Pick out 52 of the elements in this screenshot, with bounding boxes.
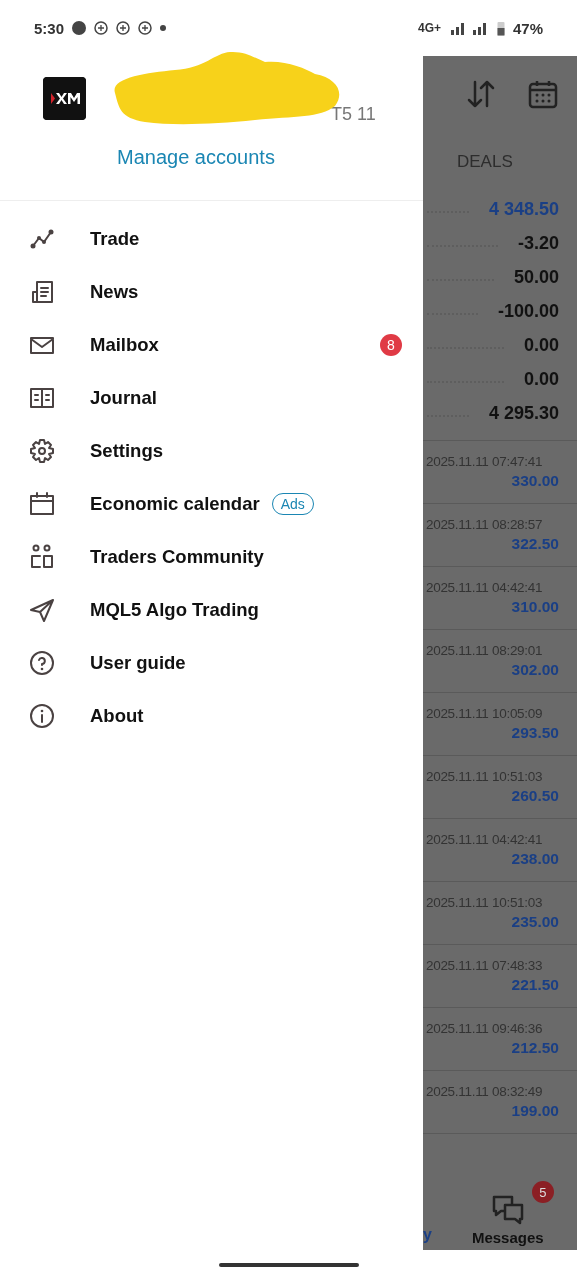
menu-item[interactable]: Journal [0,371,423,424]
people-icon [28,542,56,571]
menu-item[interactable]: Mailbox 8 [0,318,423,371]
settings-icon [28,436,56,465]
chat-notification-icon [116,21,131,35]
menu-item[interactable]: Settings [0,424,423,477]
social-app-icon [72,21,87,35]
deal-profit: 221.50 [511,976,559,994]
menu-item[interactable]: User guide [0,636,423,689]
logo-icon [43,77,86,120]
summary-value: 4 348.50 [488,198,559,220]
summary-value: 50.00 [513,266,559,288]
menu-item[interactable]: MQL5 Algo Trading [0,583,423,636]
sort-icon [465,78,497,110]
deal-profit: 310.00 [511,598,559,616]
deal-profit: 199.00 [511,1102,559,1120]
deal-profit: 330.00 [511,472,559,490]
summary-value: -3.20 [517,232,559,254]
chat-icon [490,1193,525,1225]
unread-badge: 8 [380,333,402,356]
deal-profit: 235.00 [511,913,559,931]
summary-value: 0.00 [523,368,559,390]
network-type: 4G+ [417,21,441,35]
summary-value: 4 295.30 [488,402,559,424]
chat-notification-icon [138,21,153,35]
dot-icon [160,25,167,31]
battery-icon [496,20,505,36]
summary-value: -100.00 [497,300,559,322]
calendar-icon [527,78,559,110]
menu-item[interactable]: Trade [0,212,423,265]
menu-item[interactable]: About [0,689,423,742]
calendar-icon [28,489,56,518]
unread-badge: 5 [531,1181,554,1203]
deal-profit: 293.50 [511,724,559,742]
menu-item[interactable]: Economic calendar Ads [0,477,423,530]
manage-accounts-link[interactable]: Manage accounts [117,146,275,169]
info-icon [28,701,56,730]
home-indicator[interactable] [218,1263,359,1267]
deal-profit: 212.50 [511,1039,559,1057]
deal-profit: 260.50 [511,787,559,805]
summary-value: 0.00 [523,334,559,356]
help-icon [28,648,56,677]
signal-icon [448,21,489,35]
chat-notification-icon [94,21,109,35]
deal-profit: 322.50 [511,535,559,553]
battery-level: 47% [512,19,543,37]
deal-profit: 238.00 [511,850,559,868]
account-server: T5 11 [331,104,376,125]
deal-profit: 302.00 [511,661,559,679]
status-time: 5:30 [34,19,65,37]
menu-item[interactable]: Traders Community [0,530,423,583]
menu-item[interactable]: News [0,265,423,318]
